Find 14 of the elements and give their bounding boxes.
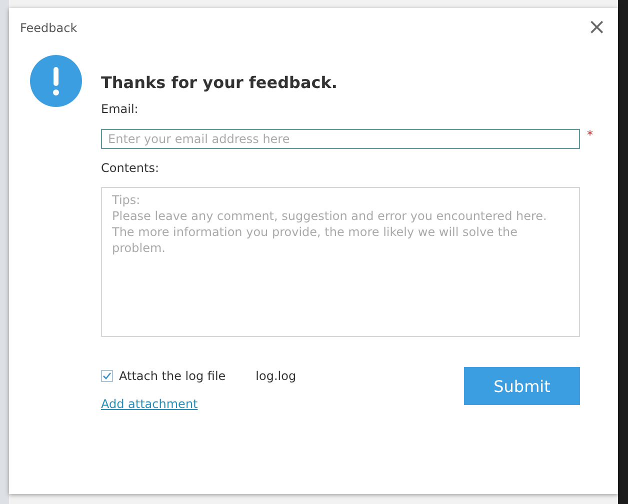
close-button[interactable]: × (586, 18, 608, 38)
submit-button[interactable]: Submit (464, 367, 580, 405)
window-title: Feedback (20, 21, 78, 35)
contents-label: Contents: (101, 161, 160, 175)
add-attachment-link[interactable]: Add attachment (101, 397, 296, 411)
checkbox[interactable] (101, 370, 113, 382)
heading: Thanks for your feedback. (101, 73, 338, 92)
required-mark: * (587, 128, 593, 142)
email-field[interactable]: Enter your email address here (101, 129, 580, 149)
info-icon (30, 55, 82, 107)
checkbox-label: Attach the log file (119, 369, 226, 383)
contents-field[interactable]: Tips: Please leave any comment, suggestion and error you encountered here. The more information you provide, the more likely we will solve the problem. (101, 187, 580, 337)
file-name: log.log (256, 369, 296, 383)
email-label: Email: (101, 102, 140, 116)
